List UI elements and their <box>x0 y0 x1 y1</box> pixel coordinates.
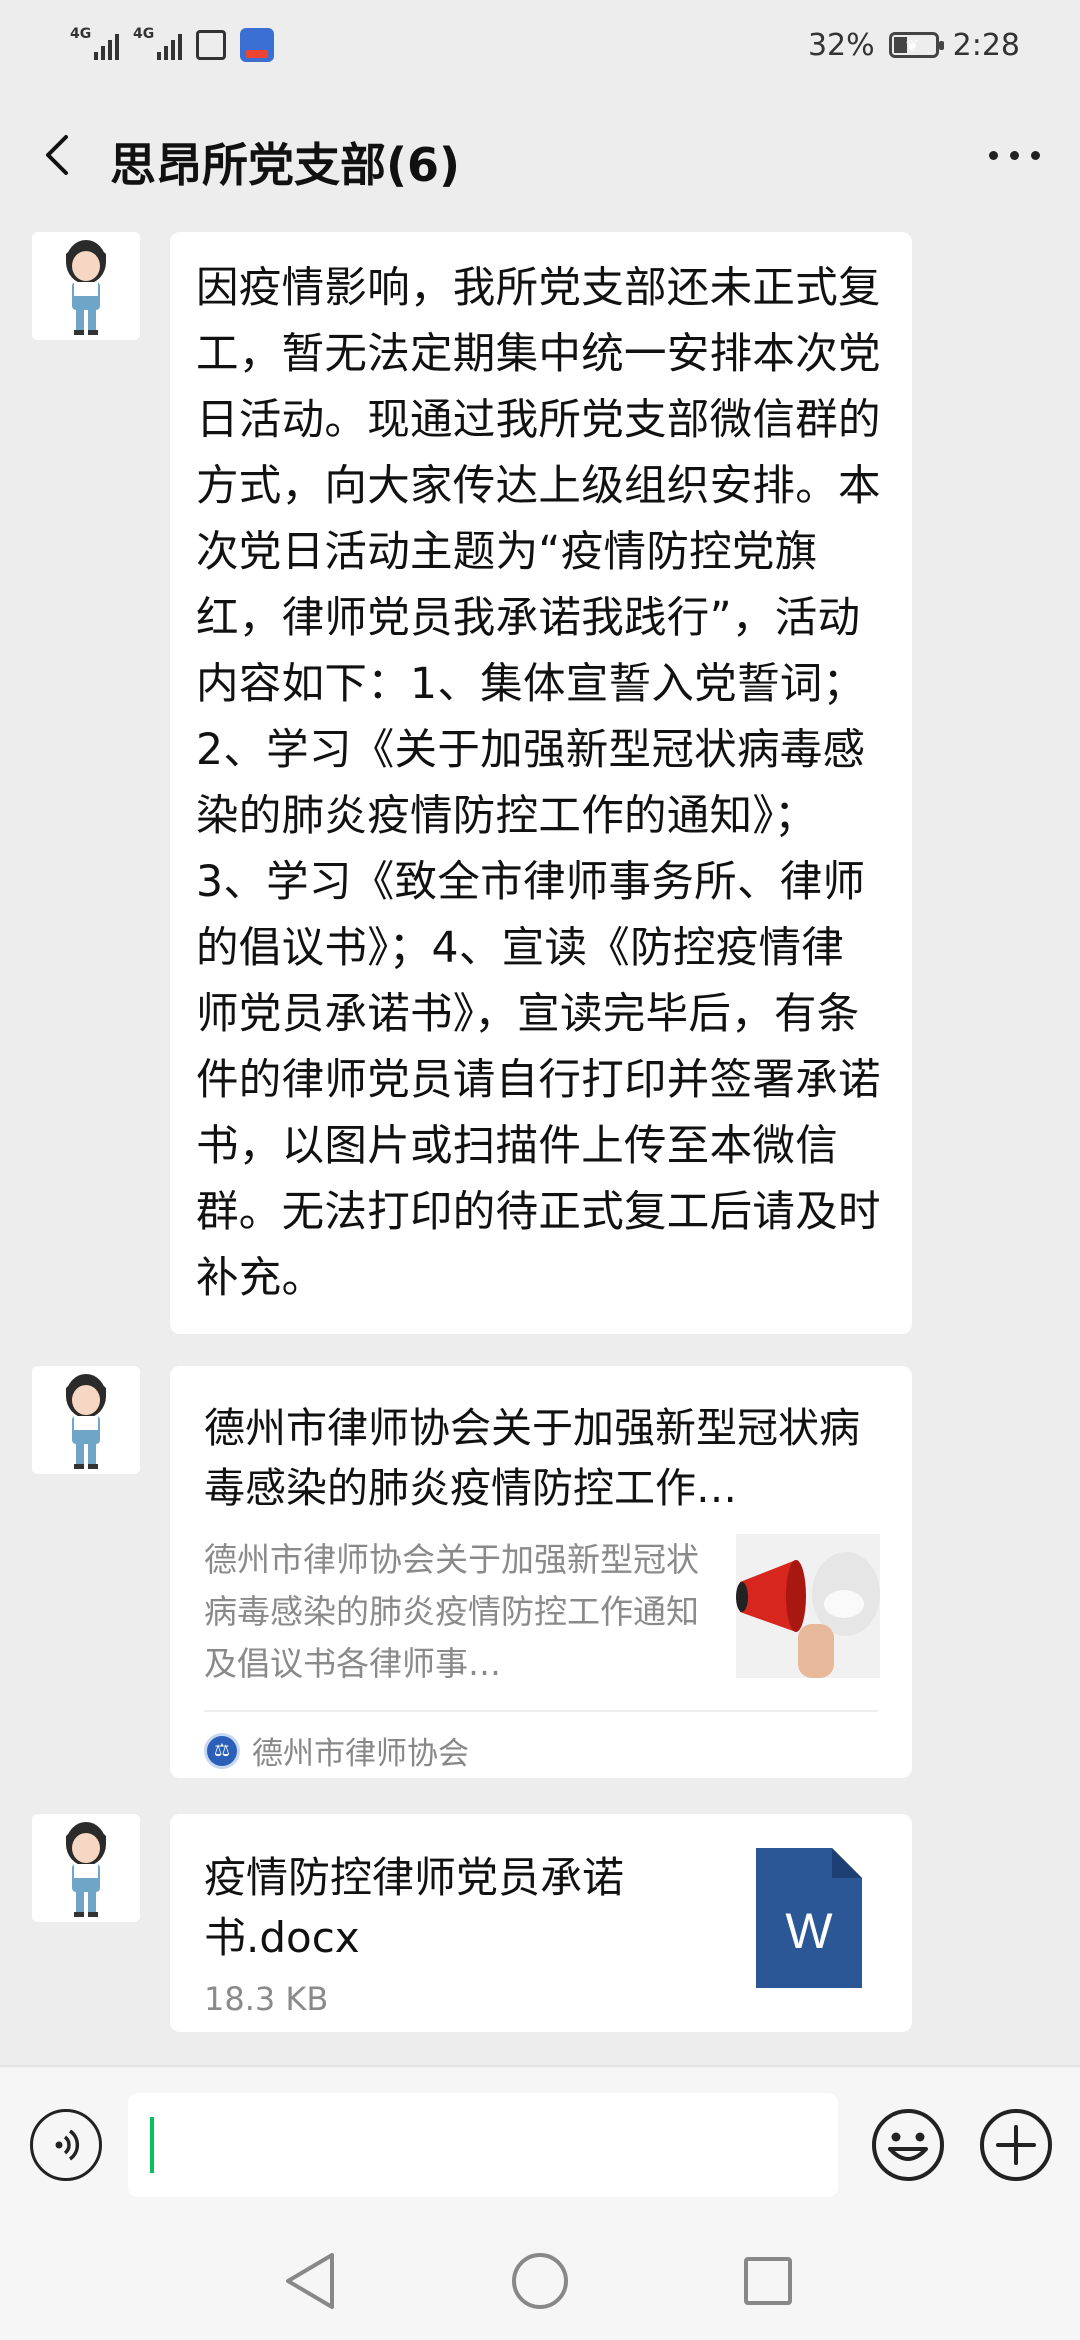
link-card[interactable]: 德州市律师协会关于加强新型冠状病毒感染的肺炎疫情防控工作… 德州市律师协会关于加… <box>170 1366 912 1778</box>
vibrate-icon <box>196 30 226 60</box>
emoji-icon[interactable] <box>870 2107 946 2183</box>
link-source: ⚖ 德州市律师协会 <box>204 1728 469 1773</box>
input-bar <box>0 2065 1080 2225</box>
chat-title: 思昂所党支部(6) <box>110 138 461 192</box>
message-text-content: 因疫情影响，我所党支部还未正式复工，暂无法定期集中统一安排本次党日活动。现通过我… <box>196 264 881 1303</box>
text-cursor <box>150 2117 154 2173</box>
voice-icon[interactable] <box>30 2109 102 2181</box>
avatar[interactable] <box>32 1366 140 1474</box>
chat-header: 思昂所党支部(6) <box>0 105 1080 205</box>
word-document-icon: W <box>756 1848 862 1988</box>
message-bubble[interactable]: 因疫情影响，我所党支部还未正式复工，暂无法定期集中统一安排本次党日活动。现通过我… <box>170 232 912 1334</box>
avatar[interactable] <box>32 1814 140 1922</box>
nav-recent-apps-icon[interactable] <box>744 2257 792 2305</box>
nav-home-icon[interactable] <box>512 2253 568 2309</box>
file-card[interactable]: 疫情防控律师党员承诺书.docx 18.3 KB W <box>170 1814 912 2032</box>
file-name: 疫情防控律师党员承诺书.docx <box>204 1853 625 1962</box>
system-nav-bar <box>0 2225 1080 2340</box>
status-left: 4G 4G <box>70 26 274 62</box>
app-notification-icon <box>240 28 274 62</box>
link-description: 德州市律师协会关于加强新型冠状病毒感染的肺炎疫情防控工作通知及倡议书各律师事… <box>204 1540 699 1683</box>
link-source-name: 德州市律师协会 <box>252 1736 469 1772</box>
status-bar: 4G 4G 32% ❦ 2:28 <box>0 0 1080 90</box>
status-right: 32% ❦ 2:28 <box>808 28 1020 63</box>
svg-text:W: W <box>785 1903 833 1959</box>
source-logo-icon: ⚖ <box>204 1732 240 1769</box>
link-divider <box>204 1710 878 1712</box>
message-input[interactable] <box>128 2093 838 2197</box>
battery-icon: ❦ <box>888 32 944 58</box>
battery-percent: 32% <box>807 27 875 63</box>
signal-icon-2: 4G <box>133 26 182 60</box>
file-size: 18.3 KB <box>204 1980 329 2018</box>
avatar[interactable] <box>32 232 140 340</box>
status-time: 2:28 <box>952 27 1020 63</box>
link-thumbnail <box>736 1534 880 1678</box>
plus-icon[interactable] <box>978 2107 1054 2183</box>
more-dots-icon[interactable] <box>989 135 1040 175</box>
link-title: 德州市律师协会关于加强新型冠状病毒感染的肺炎疫情防控工作… <box>204 1404 860 1512</box>
signal-icon-1: 4G <box>70 26 119 60</box>
nav-back-icon[interactable] <box>282 2251 338 2311</box>
chevron-left-icon[interactable] <box>38 133 82 177</box>
